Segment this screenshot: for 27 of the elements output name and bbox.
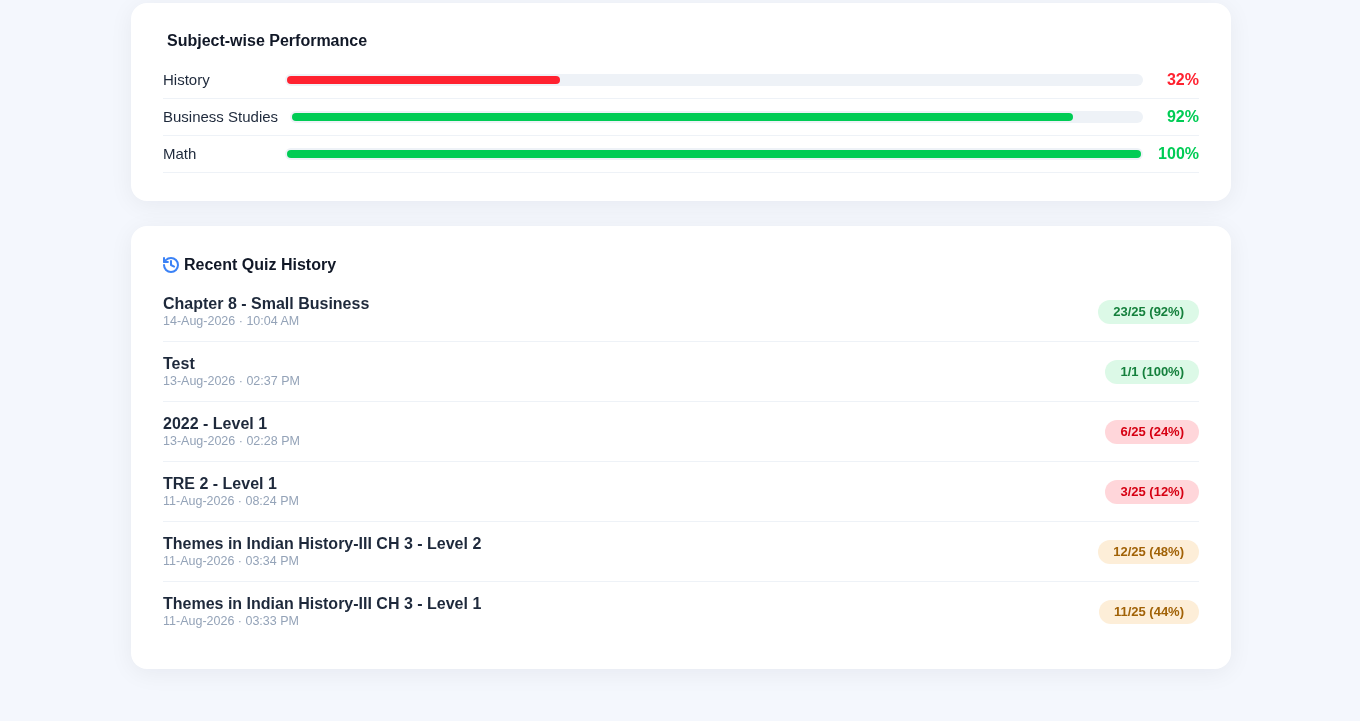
quiz-title: Themes in Indian History-III CH 3 - Level 1 bbox=[163, 594, 482, 614]
quiz-date: 13-Aug-2026 · 02:28 PM bbox=[163, 434, 300, 449]
score-badge: 6/25 (24%) bbox=[1105, 419, 1199, 444]
quiz-date: 11-Aug-2026 · 03:34 PM bbox=[163, 554, 300, 569]
score-badge: 12/25 (48%) bbox=[1098, 539, 1199, 564]
card-title: Recent Quiz History bbox=[184, 255, 337, 275]
score-badge: 1/1 (100%) bbox=[1105, 359, 1199, 384]
quiz-date: 11-Aug-2026 · 08:24 PM bbox=[163, 494, 299, 509]
quiz-title: Themes in Indian History-III CH 3 - Level 2 bbox=[163, 534, 482, 554]
score-badge: 23/25 (92%) bbox=[1098, 299, 1199, 324]
score-badge: 11/25 (44%) bbox=[1098, 599, 1199, 624]
quiz-date: 14-Aug-2026 · 10:04 AM bbox=[163, 314, 301, 329]
percent-text: 32% bbox=[1165, 70, 1199, 90]
percent-text: 100% bbox=[1157, 144, 1199, 164]
score-badge: 3/25 (12%) bbox=[1105, 479, 1199, 504]
quiz-title: Chapter 8 - Small Business bbox=[163, 294, 370, 314]
quiz-title: 2022 - Level 1 bbox=[163, 414, 269, 434]
subject-name: Business Studies bbox=[163, 107, 279, 127]
percent-text: 92% bbox=[1165, 107, 1199, 127]
quiz-title: TRE 2 - Level 1 bbox=[163, 474, 278, 494]
history-icon bbox=[163, 257, 179, 273]
card-title: Subject-wise Performance bbox=[167, 31, 369, 51]
quiz-date: 13-Aug-2026 · 02:37 PM bbox=[163, 374, 300, 389]
quiz-date: 11-Aug-2026 · 03:33 PM bbox=[163, 614, 300, 629]
quiz-title: Test bbox=[163, 354, 196, 374]
subject-name: History bbox=[163, 70, 211, 90]
subject-name: Math bbox=[163, 144, 198, 164]
